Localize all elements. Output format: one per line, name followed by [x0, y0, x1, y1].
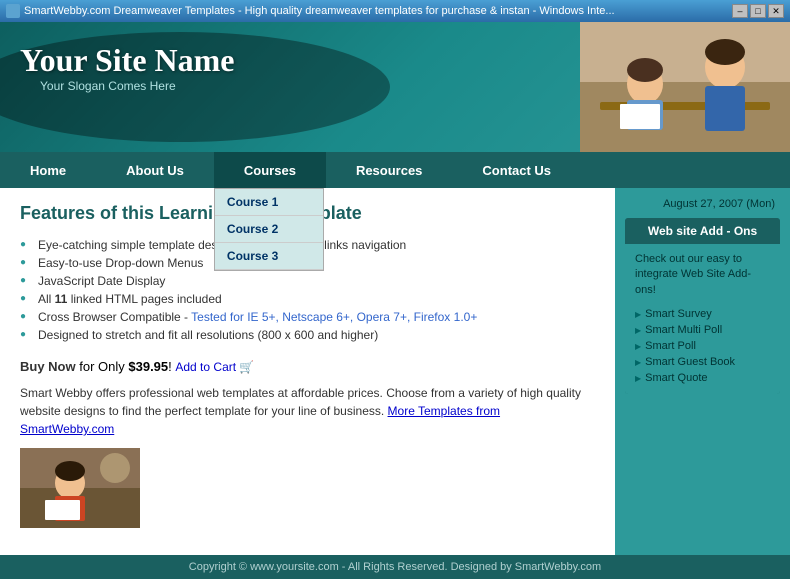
sidebar-box-title: Web site Add - Ons [625, 218, 780, 244]
sidebar-link-smart-multi-poll[interactable]: Smart Multi Poll [635, 322, 770, 338]
dropdown-course2[interactable]: Course 2 [215, 216, 323, 243]
site-name: Your Site Name [20, 42, 235, 79]
add-to-cart-link[interactable]: Add to Cart 🛒 [175, 360, 254, 374]
window-title: SmartWebby.com Dreamweaver Templates - H… [24, 5, 615, 17]
site-slogan: Your Slogan Comes Here [40, 79, 235, 93]
sidebar-link-smart-quote[interactable]: Smart Quote [635, 370, 770, 386]
sidebar-date: August 27, 2007 (Mon) [625, 198, 780, 210]
buy-now-label: Buy Now [20, 359, 76, 374]
app-icon [6, 4, 20, 18]
close-button[interactable]: ✕ [768, 4, 784, 18]
buy-section: Buy Now for Only $39.95! Add to Cart 🛒 [20, 359, 595, 374]
sidebar: August 27, 2007 (Mon) Web site Add - Ons… [615, 188, 790, 555]
sidebar-intro: Check out our easy to integrate Web Site… [635, 252, 770, 298]
feature-item: All 11 linked HTML pages included [20, 290, 595, 308]
bottom-image [20, 448, 140, 528]
more-templates-link[interactable]: More Templates from SmartWebby.com [20, 404, 500, 436]
nav-home[interactable]: Home [0, 152, 96, 188]
maximize-button[interactable]: □ [750, 4, 766, 18]
feature-item: JavaScript Date Display [20, 272, 595, 290]
nav-resources[interactable]: Resources [326, 152, 452, 188]
main-wrapper: Your Site Name Your Slogan Comes Here [0, 22, 790, 579]
feature-item: Designed to stretch and fit all resoluti… [20, 326, 595, 344]
sidebar-box-body: Check out our easy to integrate Web Site… [625, 244, 780, 394]
site-header: Your Site Name Your Slogan Comes Here [0, 22, 790, 152]
tested-link[interactable]: Tested for IE 5+, Netscape 6+, Opera 7+,… [191, 310, 477, 324]
footer-text: Copyright © www.yoursite.com - All Right… [189, 561, 601, 573]
courses-dropdown: Course 1 Course 2 Course 3 [214, 188, 324, 271]
title-bar: SmartWebby.com Dreamweaver Templates - H… [0, 0, 790, 22]
navbar: Home About Us Courses Course 1 Course 2 … [0, 152, 790, 188]
dropdown-course1[interactable]: Course 1 [215, 189, 323, 216]
dropdown-course3[interactable]: Course 3 [215, 243, 323, 270]
header-photo [580, 22, 790, 152]
footer: Copyright © www.yoursite.com - All Right… [0, 555, 790, 579]
sidebar-box: Web site Add - Ons Check out our easy to… [625, 218, 780, 394]
description-text: Smart Webby offers professional web temp… [20, 384, 595, 438]
sidebar-link-smart-poll[interactable]: Smart Poll [635, 338, 770, 354]
price: $39.95 [128, 359, 168, 374]
header-image [580, 22, 790, 152]
feature-item: Cross Browser Compatible - Tested for IE… [20, 308, 595, 326]
sidebar-link-smart-survey[interactable]: Smart Survey [635, 306, 770, 322]
content-area: Features of this Learning/Kids Template … [0, 188, 790, 555]
nav-courses[interactable]: Courses Course 1 Course 2 Course 3 [214, 152, 326, 188]
sidebar-link-smart-guest-book[interactable]: Smart Guest Book [635, 354, 770, 370]
minimize-button[interactable]: – [732, 4, 748, 18]
nav-about[interactable]: About Us [96, 152, 214, 188]
nav-contact[interactable]: Contact Us [452, 152, 581, 188]
buy-suffix: for Only [79, 359, 128, 374]
header-text: Your Site Name Your Slogan Comes Here [20, 42, 235, 93]
